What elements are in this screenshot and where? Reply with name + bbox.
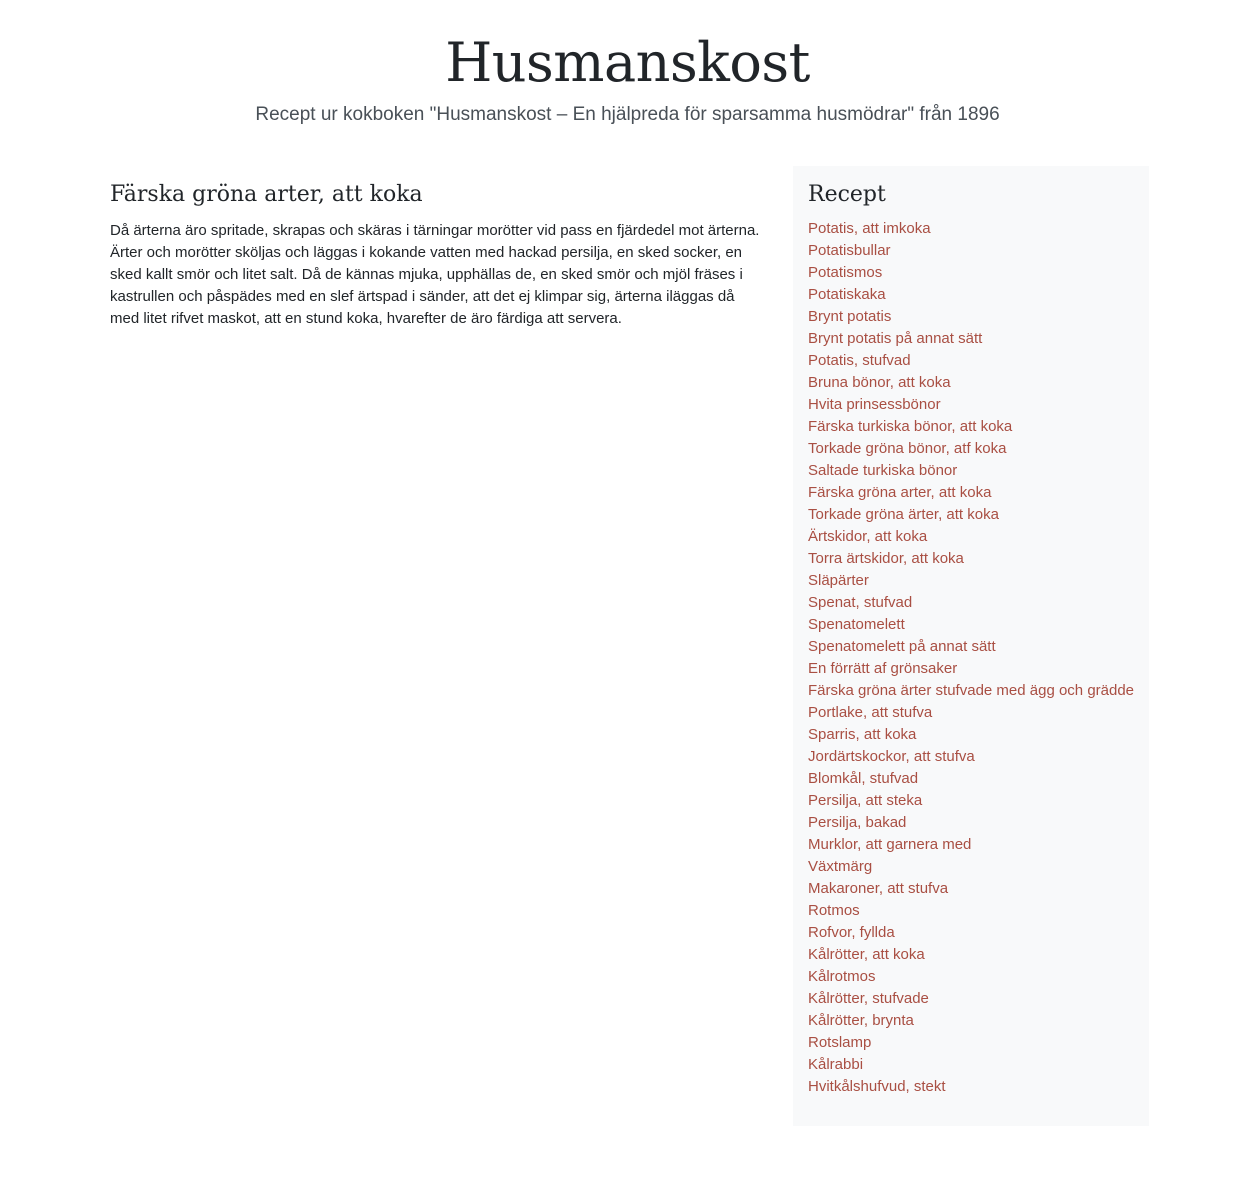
recipe-link[interactable]: Murklor, att garnera med [808, 836, 971, 853]
recipe-link[interactable]: Potatiskaka [808, 286, 886, 303]
list-item: Jordärtskockor, att stufva [808, 746, 1134, 768]
recipe-link[interactable]: Potatis, att imkoka [808, 220, 931, 237]
list-item: Ärtskidor, att koka [808, 526, 1134, 548]
recipe-link[interactable]: Persilja, att steka [808, 792, 922, 809]
recipe-link[interactable]: Kålrabbi [808, 1056, 863, 1073]
recipe-link[interactable]: Bruna bönor, att koka [808, 374, 951, 391]
recipe-link[interactable]: Spenat, stufvad [808, 594, 912, 611]
recipe-link[interactable]: Torra ärtskidor, att koka [808, 550, 964, 567]
recipe-link[interactable]: Rotslamp [808, 1034, 871, 1051]
recipe-link[interactable]: Makaroner, att stufva [808, 880, 948, 897]
list-item: Släpärter [808, 570, 1134, 592]
list-item: Spenat, stufvad [808, 592, 1134, 614]
recipe-sidebar: Recept Potatis, att imkoka Potatisbullar… [793, 166, 1149, 1126]
list-item: Makaroner, att stufva [808, 878, 1134, 900]
recipe-link[interactable]: Jordärtskockor, att stufva [808, 748, 975, 765]
recipe-link[interactable]: Växtmärg [808, 858, 872, 875]
list-item: Spenatomelett på annat sätt [808, 636, 1134, 658]
list-item: Rotslamp [808, 1032, 1134, 1054]
recipe-link[interactable]: Hvitkålshufvud, stekt [808, 1078, 946, 1095]
list-item: Potatis, att imkoka [808, 218, 1134, 240]
recipe-link[interactable]: Kålrötter, stufvade [808, 990, 929, 1007]
recipe-link[interactable]: Potatismos [808, 264, 882, 281]
list-item: Hvita prinsessbönor [808, 394, 1134, 416]
list-item: Spenatomelett [808, 614, 1134, 636]
list-item: Färska gröna ärter stufvade med ägg och … [808, 680, 1134, 702]
list-item: Kålrotmos [808, 966, 1134, 988]
list-item: Kålrötter, stufvade [808, 988, 1134, 1010]
recipe-link[interactable]: Blomkål, stufvad [808, 770, 918, 787]
list-item: Portlake, att stufva [808, 702, 1134, 724]
recipe-text: Då ärterna äro spritade, skrapas och skä… [110, 222, 760, 327]
site-header: Husmanskost Recept ur kokboken "Husmansk… [0, 28, 1255, 128]
recipe-link[interactable]: Persilja, bakad [808, 814, 906, 831]
site-subtitle: Recept ur kokboken "Husmanskost – En hjä… [255, 104, 1000, 125]
recipe-link[interactable]: Släpärter [808, 572, 869, 589]
recipe-link[interactable]: Färska gröna arter, att koka [808, 484, 991, 501]
list-item: Torkade gröna ärter, att koka [808, 504, 1134, 526]
list-item: Rofvor, fyllda [808, 922, 1134, 944]
list-item: Rotmos [808, 900, 1134, 922]
list-item: Blomkål, stufvad [808, 768, 1134, 790]
list-item: Hvitkålshufvud, stekt [808, 1076, 1134, 1098]
recipe-link[interactable]: Kålrötter, att koka [808, 946, 925, 963]
recipe-link[interactable]: Kålrotmos [808, 968, 876, 985]
recipe-link[interactable]: En förrätt af grönsaker [808, 660, 957, 677]
list-item: Murklor, att garnera med [808, 834, 1134, 856]
recipe-link[interactable]: Portlake, att stufva [808, 704, 932, 721]
recipe-content: Färska gröna arter, att koka Då ärterna … [110, 180, 765, 330]
list-item: Potatismos [808, 262, 1134, 284]
list-item: Färska gröna arter, att koka [808, 482, 1134, 504]
recipe-link[interactable]: Brynt potatis på annat sätt [808, 330, 982, 347]
list-item: Kålrötter, brynta [808, 1010, 1134, 1032]
sidebar-title: Recept [808, 182, 886, 207]
recipe-link[interactable]: Hvita prinsessbönor [808, 396, 941, 413]
recipe-link[interactable]: Brynt potatis [808, 308, 891, 325]
recipe-link[interactable]: Potatis, stufvad [808, 352, 911, 369]
list-item: Torra ärtskidor, att koka [808, 548, 1134, 570]
recipe-link[interactable]: Kålrötter, brynta [808, 1012, 914, 1029]
recipe-link[interactable]: Spenatomelett på annat sätt [808, 638, 996, 655]
recipe-link[interactable]: Rofvor, fyllda [808, 924, 895, 941]
list-item: Brynt potatis [808, 306, 1134, 328]
recipe-link[interactable]: Potatisbullar [808, 242, 891, 259]
recipe-link[interactable]: Färska gröna ärter stufvade med ägg och … [808, 682, 1134, 699]
list-item: Persilja, bakad [808, 812, 1134, 834]
recipe-link[interactable]: Ärtskidor, att koka [808, 528, 927, 545]
recipe-link[interactable]: Sparris, att koka [808, 726, 916, 743]
list-item: Kålrabbi [808, 1054, 1134, 1076]
recipe-link[interactable]: Färska turkiska bönor, att koka [808, 418, 1012, 435]
recipe-link[interactable]: Rotmos [808, 902, 860, 919]
recipe-link[interactable]: Spenatomelett [808, 616, 905, 633]
list-item: Kålrötter, att koka [808, 944, 1134, 966]
recipe-link[interactable]: Saltade turkiska bönor [808, 462, 957, 479]
list-item: Färska turkiska bönor, att koka [808, 416, 1134, 438]
list-item: Brynt potatis på annat sätt [808, 328, 1134, 350]
list-item: Sparris, att koka [808, 724, 1134, 746]
recipe-title: Färska gröna arter, att koka [110, 182, 423, 207]
list-item: Torkade gröna bönor, atf koka [808, 438, 1134, 460]
list-item: Växtmärg [808, 856, 1134, 878]
site-title: Husmanskost [445, 31, 810, 94]
list-item: Saltade turkiska bönor [808, 460, 1134, 482]
list-item: Potatisbullar [808, 240, 1134, 262]
list-item: Bruna bönor, att koka [808, 372, 1134, 394]
list-item: Potatiskaka [808, 284, 1134, 306]
list-item: Potatis, stufvad [808, 350, 1134, 372]
recipe-link[interactable]: Torkade gröna ärter, att koka [808, 506, 999, 523]
list-item: En förrätt af grönsaker [808, 658, 1134, 680]
recipe-list: Potatis, att imkoka Potatisbullar Potati… [808, 218, 1134, 1098]
list-item: Persilja, att steka [808, 790, 1134, 812]
recipe-link[interactable]: Torkade gröna bönor, atf koka [808, 440, 1006, 457]
